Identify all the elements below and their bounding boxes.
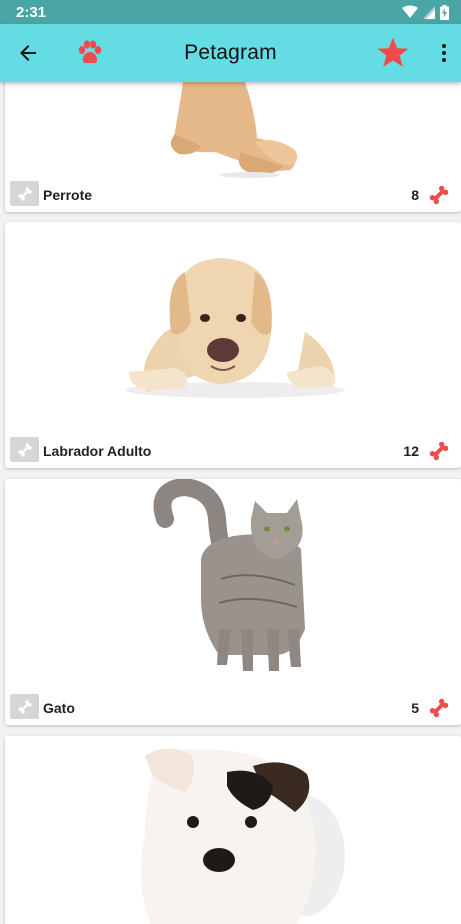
pet-photo-puppy [5, 736, 461, 924]
status-icons [402, 4, 449, 20]
bone-outline-icon [17, 186, 32, 201]
pet-card: Gato 5 [5, 479, 461, 725]
pet-card-footer: Labrador Adulto 12 [5, 434, 461, 468]
bone-icon [429, 698, 449, 718]
pet-list[interactable]: Perrote 8 Labrador Adulto 12 Gato 5 [0, 82, 461, 924]
pet-name: Perrote [43, 187, 93, 203]
pet-card-footer: Perrote 8 [5, 178, 461, 212]
bone-outline-icon [17, 442, 32, 457]
app-bar: Petagram [0, 24, 461, 82]
pet-card: Labrador Adulto 12 [5, 222, 461, 468]
bone-outline-icon [17, 699, 32, 714]
pet-like-count: 12 [403, 443, 419, 459]
signal-icon [423, 5, 435, 19]
pet-card-footer: Gato 5 [5, 691, 461, 725]
pet-card [5, 736, 461, 924]
battery-charging-icon [440, 4, 449, 20]
rate-button[interactable] [10, 694, 39, 719]
pet-name: Labrador Adulto [43, 443, 152, 459]
pet-name: Gato [43, 700, 75, 716]
bone-icon [429, 185, 449, 205]
favorites-star-icon[interactable] [376, 36, 410, 70]
status-bar: 2:31 [0, 0, 461, 24]
more-vert-icon[interactable] [432, 41, 456, 65]
wifi-icon [402, 5, 418, 18]
pet-like-count: 5 [411, 700, 419, 716]
pet-photo-dog [5, 82, 461, 178]
bone-icon [429, 441, 449, 461]
pet-like-count: 8 [411, 187, 419, 203]
rate-button[interactable] [10, 437, 39, 462]
pet-card: Perrote 8 [5, 82, 461, 212]
status-time: 2:31 [16, 3, 47, 21]
pet-photo-labrador [5, 222, 461, 434]
pet-photo-cat [5, 479, 461, 691]
rate-button[interactable] [10, 181, 39, 206]
